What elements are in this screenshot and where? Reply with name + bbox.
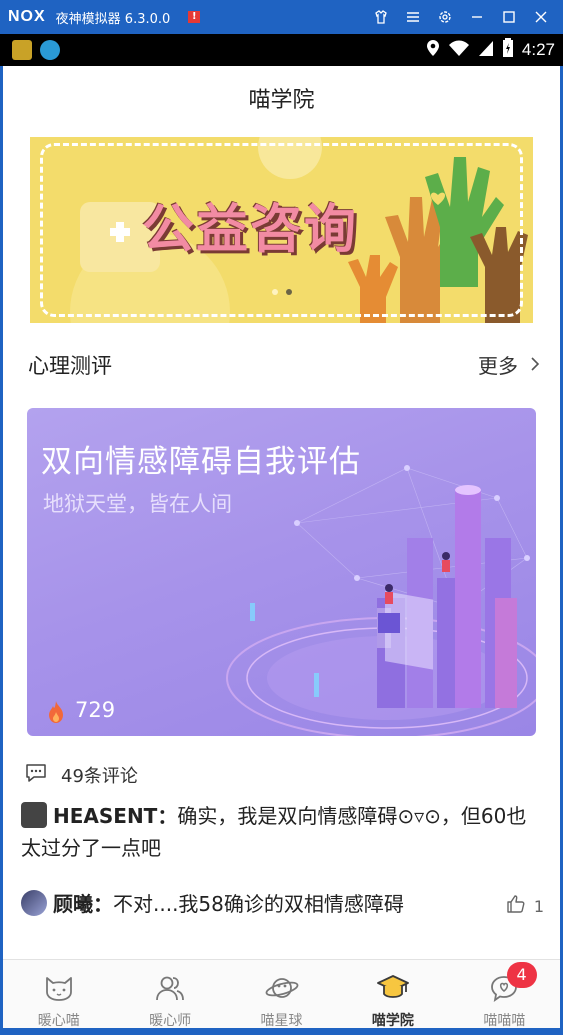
- comment-author[interactable]: HEASENT: [53, 804, 157, 828]
- nav-item-miaoxueyuan[interactable]: 喵学院: [337, 960, 448, 1028]
- app-notification-icon: [12, 40, 32, 60]
- comment-count: 49条评论: [61, 766, 138, 787]
- comment-separator: ：: [93, 892, 113, 916]
- banner-title: 公益咨询: [142, 200, 359, 260]
- graduation-cap-icon: [376, 974, 410, 1006]
- location-icon: [426, 39, 440, 61]
- section-title: 心理测评: [28, 354, 112, 378]
- app-screen: 喵学院 公益咨询 心理测评 更多 双向情感障碍自我评估 地狱天堂，皆在人间 72…: [3, 66, 560, 1028]
- comment-separator: ：: [157, 804, 178, 828]
- banner-carousel[interactable]: 公益咨询: [30, 137, 533, 323]
- nav-label: 喵喵喵: [483, 1013, 526, 1028]
- minimize-icon[interactable]: [461, 0, 493, 34]
- skin-icon[interactable]: [365, 0, 397, 34]
- thumbs-up-icon: [506, 894, 526, 918]
- emulator-title: 夜神模拟器 6.3.0.0: [55, 11, 171, 27]
- frame-bottom: [0, 1028, 563, 1035]
- status-bar: 4:27: [0, 34, 563, 66]
- comment-count-row[interactable]: 49条评论: [25, 763, 138, 787]
- browser-notification-icon: [40, 40, 60, 60]
- warning-icon[interactable]: !: [188, 11, 201, 23]
- settings-gear-icon[interactable]: [429, 0, 461, 34]
- comment-item[interactable]: 顾曦：不对....我58确诊的双相情感障碍: [21, 888, 481, 920]
- test-title: 双向情感障碍自我评估: [41, 444, 361, 480]
- participant-count: 729: [75, 698, 116, 722]
- comment-icon: [25, 763, 47, 787]
- like-count: 1: [533, 896, 544, 916]
- signal-icon: [478, 39, 494, 61]
- like-button[interactable]: 1: [506, 894, 544, 918]
- carousel-dot[interactable]: [272, 289, 278, 295]
- maximize-icon[interactable]: [493, 0, 525, 34]
- battery-icon: [502, 38, 514, 62]
- more-link[interactable]: 更多: [478, 350, 540, 379]
- avatar[interactable]: [21, 802, 47, 828]
- nav-label: 暖心喵: [37, 1013, 80, 1028]
- wifi-icon: [448, 39, 470, 61]
- test-card[interactable]: 双向情感障碍自我评估 地狱天堂，皆在人间 729: [27, 408, 536, 736]
- close-icon[interactable]: [525, 0, 557, 34]
- bottom-nav: 暖心喵 暖心师 喵星球 喵学院 喵喵喵 4: [3, 959, 560, 1028]
- emulator-title-bar: NOX 夜神模拟器 6.3.0.0 !: [0, 0, 563, 34]
- nav-label: 喵学院: [371, 1013, 414, 1028]
- page-title: 喵学院: [248, 88, 315, 113]
- window-controls: [365, 0, 557, 34]
- nox-logo: NOX: [8, 8, 46, 25]
- test-subtitle: 地狱天堂，皆在人间: [43, 492, 232, 516]
- avatar[interactable]: [21, 890, 47, 916]
- unread-badge: 4: [506, 962, 537, 988]
- flame-icon: [47, 700, 65, 728]
- comment-text: 不对....我58确诊的双相情感障碍: [113, 892, 404, 916]
- nav-label: 暖心师: [149, 1013, 192, 1028]
- nav-item-nuanxinshi[interactable]: 暖心师: [114, 960, 225, 1028]
- more-label: 更多: [478, 354, 518, 378]
- section-header: 心理测评 更多: [28, 348, 540, 378]
- comment-author[interactable]: 顾曦: [53, 892, 93, 916]
- users-icon: [155, 974, 185, 1006]
- clock: 4:27: [521, 40, 555, 59]
- menu-icon[interactable]: [397, 0, 429, 34]
- nav-label: 喵星球: [260, 1013, 303, 1028]
- nav-item-miaomiaomiao[interactable]: 喵喵喵 4: [449, 960, 560, 1028]
- comment-item[interactable]: HEASENT：确实，我是双向情感障碍⊙▿⊙，但60也太过分了一点吧: [21, 800, 541, 864]
- planet-icon: [265, 974, 299, 1006]
- carousel-dot-active[interactable]: [286, 289, 292, 295]
- cat-icon: [43, 974, 75, 1006]
- nav-item-miaoxingqiu[interactable]: 喵星球: [226, 960, 337, 1028]
- chevron-right-icon: [530, 353, 540, 377]
- nav-item-nuanxinmiao[interactable]: 暖心喵: [3, 960, 114, 1028]
